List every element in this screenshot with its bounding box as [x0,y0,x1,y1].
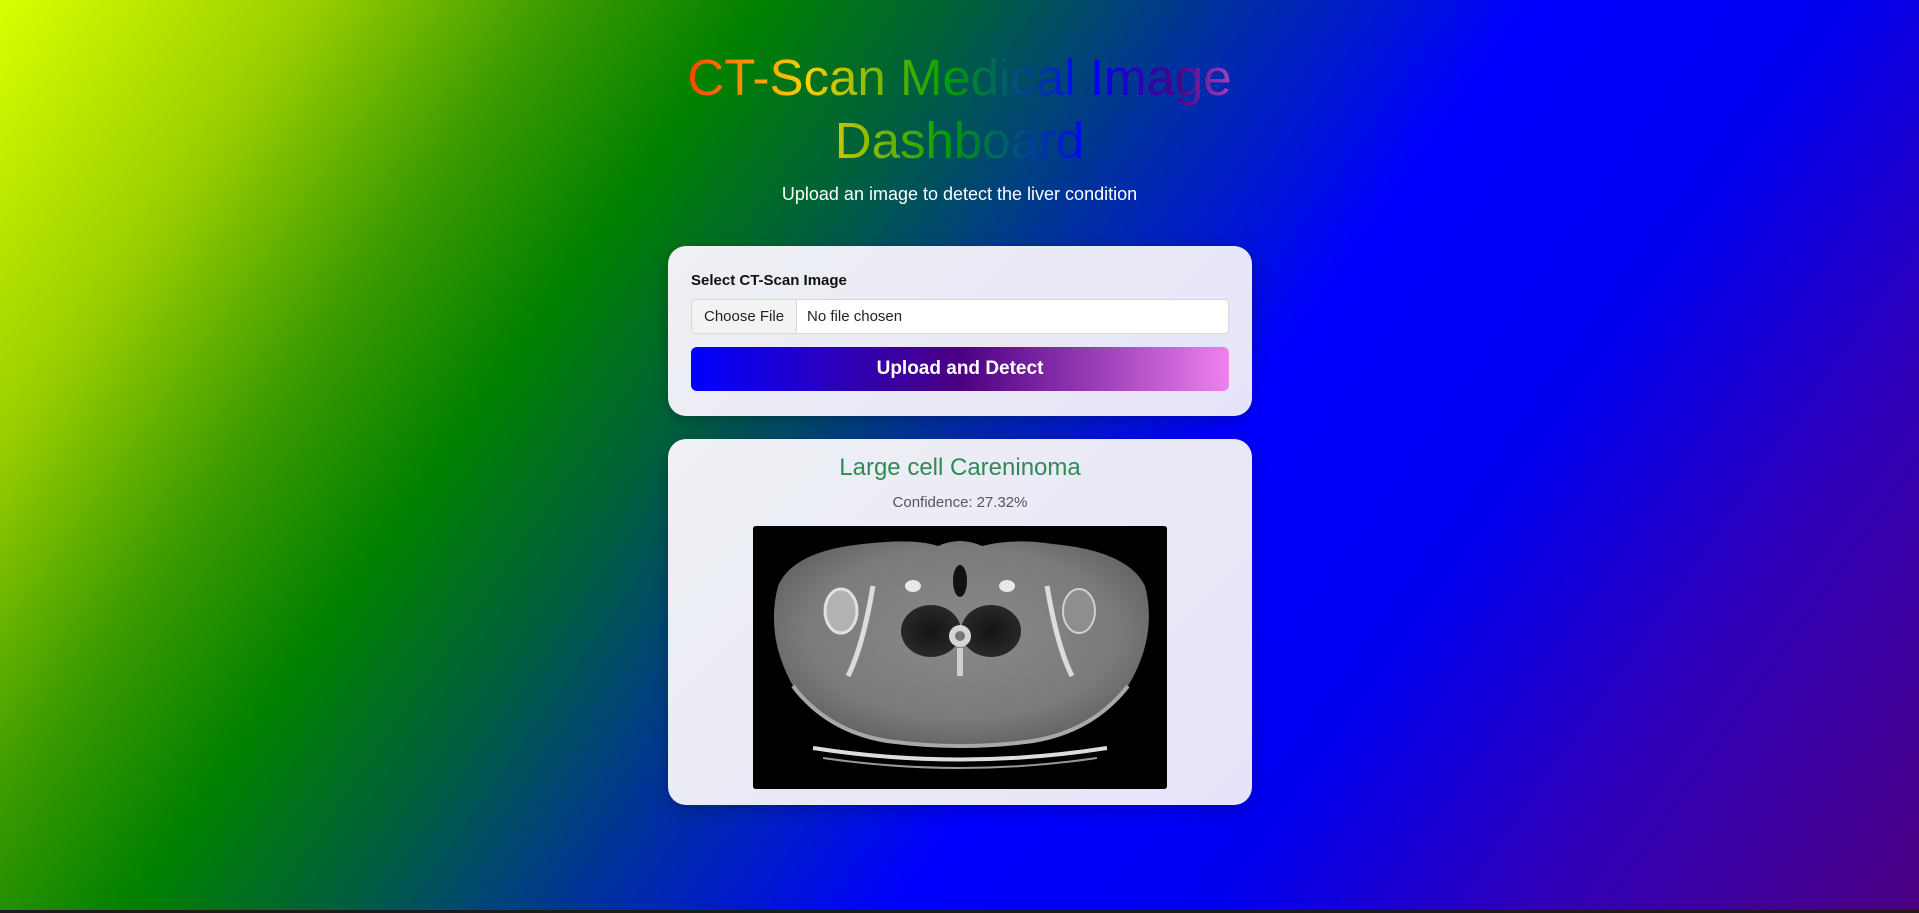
ct-scan-image [753,526,1167,789]
confidence-value: 27.32% [976,494,1028,511]
file-input-label: Select CT-Scan Image [691,272,847,289]
page-header: CT-Scan Medical Image Dashboard Upload a… [0,46,1919,205]
confidence-label: Confidence: [892,494,973,511]
file-status-text: No file chosen [807,308,903,325]
page-subtitle: Upload an image to detect the liver cond… [781,184,1138,204]
file-input[interactable]: Choose File No file chosen [691,299,1229,334]
page-title: CT-Scan Medical Image Dashboard [640,46,1280,172]
choose-file-button[interactable]: Choose File [692,300,798,333]
result-card: Large cell Careninoma Confidence: 27.32% [668,439,1252,805]
upload-card: Select CT-Scan Image Choose File No file… [668,246,1252,416]
prediction-label: Large cell Careninoma [839,454,1081,481]
upload-and-detect-button[interactable]: Upload and Detect [691,347,1229,391]
confidence-text: Confidence: 27.32% [668,494,1252,511]
